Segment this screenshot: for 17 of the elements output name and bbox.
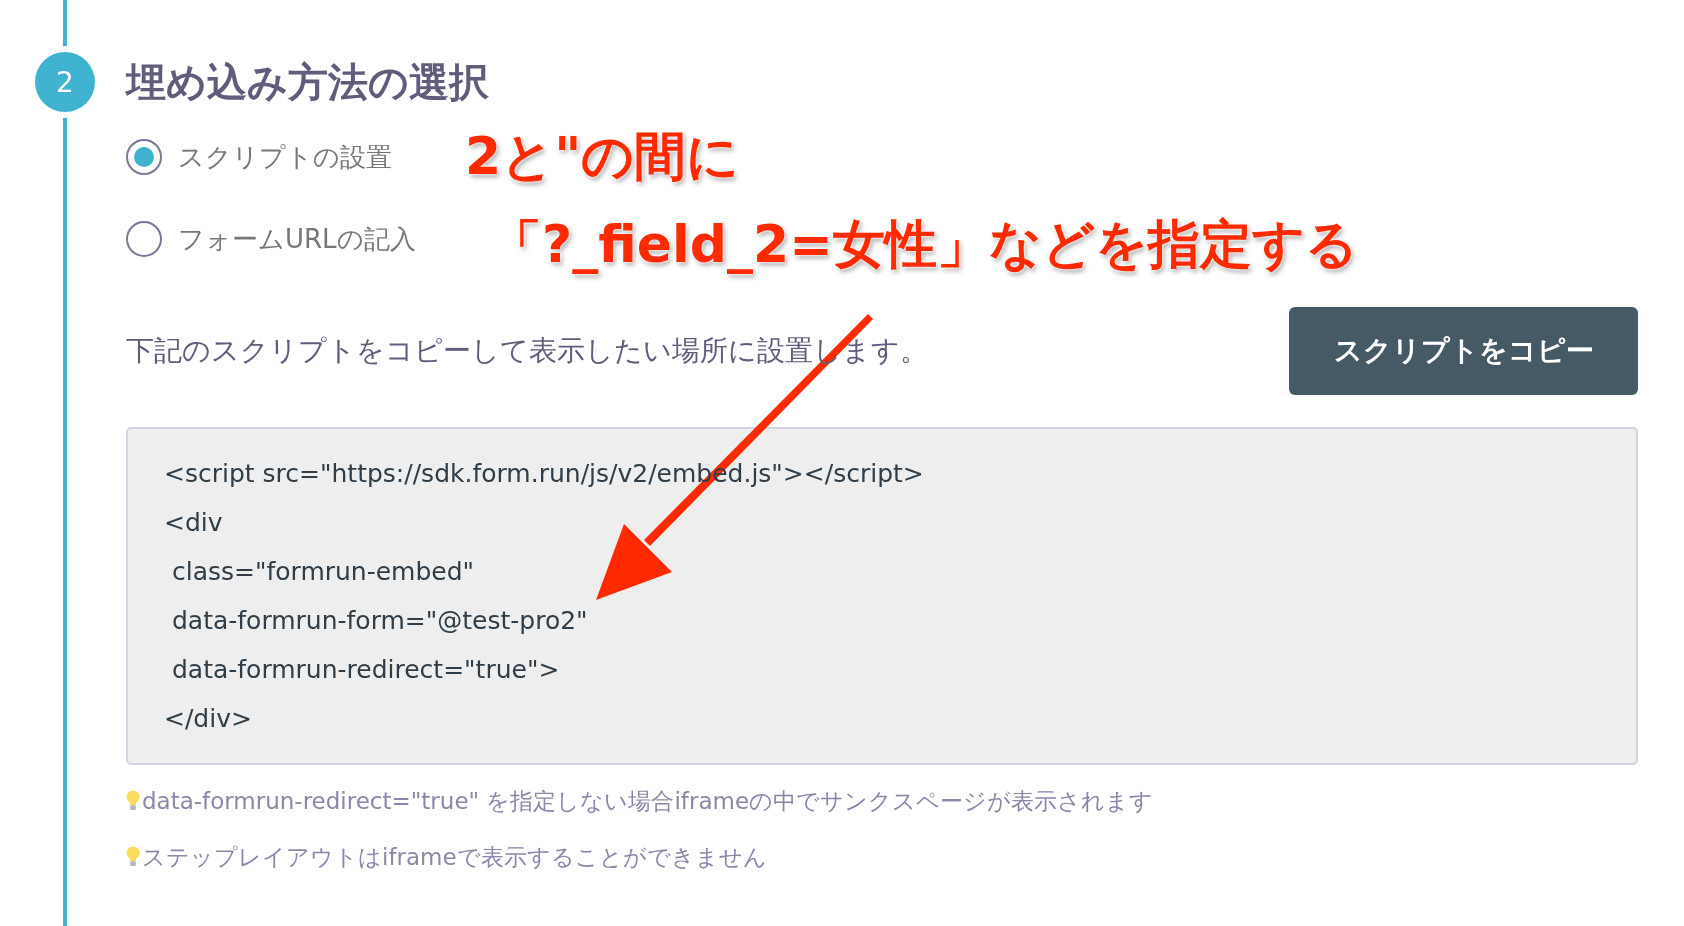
- code-line: </div>: [164, 703, 252, 735]
- code-line: data-formrun-redirect="true">: [170, 654, 560, 686]
- hint-text: ステップレイアウトはiframeで表示することができません: [142, 842, 767, 872]
- radio-option[interactable]: スクリプトの設置: [126, 139, 392, 175]
- section-title: 埋め込み方法の選択: [126, 58, 490, 107]
- radio-option[interactable]: フォームURLの記入: [126, 221, 416, 257]
- annotation-text: 2と"の間に: [465, 125, 740, 188]
- code-line: class="formrun-embed": [170, 556, 475, 588]
- code-line: data-formrun-form="@test-pro2": [170, 605, 588, 637]
- lightbulb-icon: [126, 790, 140, 812]
- radio-button[interactable]: [126, 221, 162, 257]
- lightbulb-icon: [126, 846, 140, 868]
- copy-button[interactable]: スクリプトをコピー: [1289, 307, 1638, 395]
- annotation-text: 「?_field_2=女性」などを指定する: [490, 213, 1358, 276]
- code-line: <div: [164, 507, 223, 539]
- hint-text: data-formrun-redirect="true" を指定しない場合iframeの中でサンクスページが表示されます: [142, 786, 1154, 816]
- radio-button[interactable]: [126, 139, 162, 175]
